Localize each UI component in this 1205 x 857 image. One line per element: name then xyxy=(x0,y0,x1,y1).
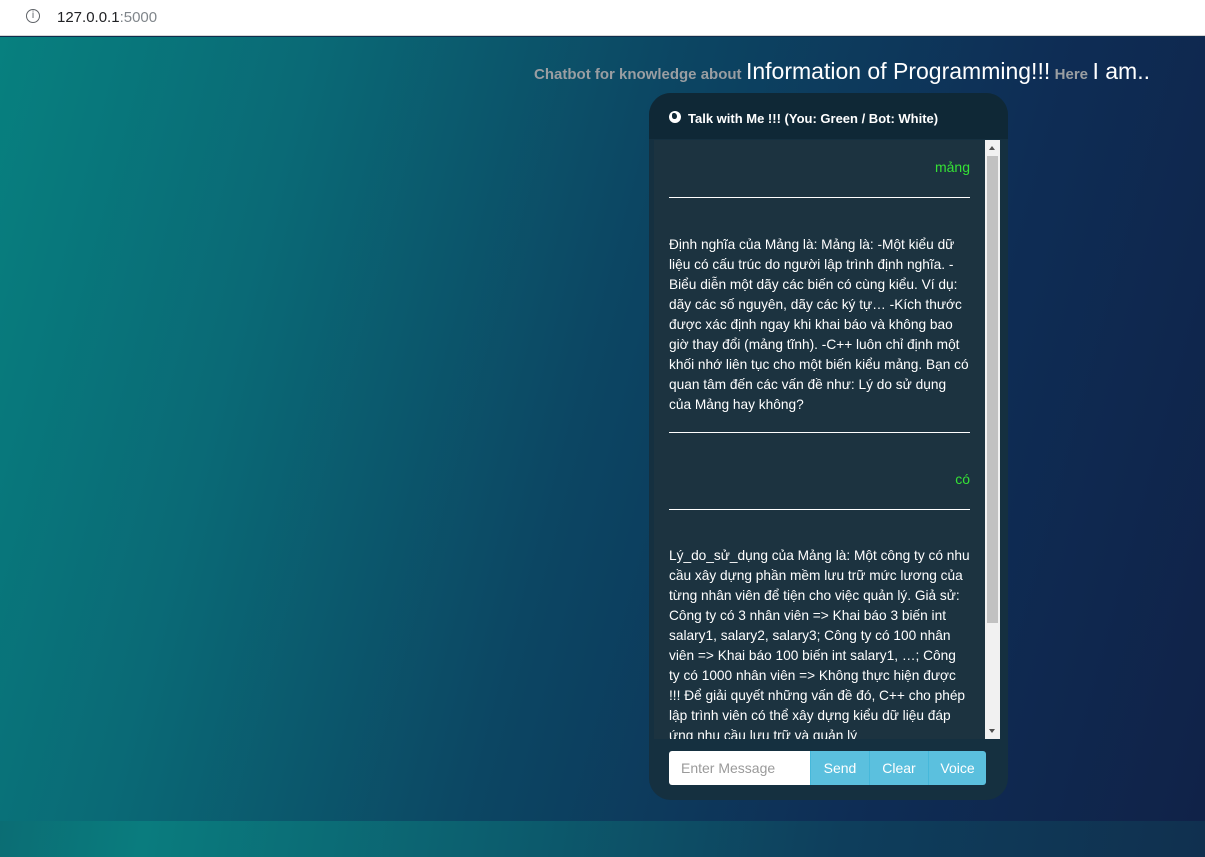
info-icon[interactable]: i xyxy=(26,9,40,23)
page-headline: Chatbot for knowledge about Information … xyxy=(534,58,1150,85)
headline-part-2: Information of Programming!!! xyxy=(745,58,1051,84)
bot-message: Định nghĩa của Mảng là: Mảng là: -Một ki… xyxy=(669,237,969,412)
chat-messages-panel[interactable]: mảng Định nghĩa của Mảng là: Mảng là: -M… xyxy=(654,140,1000,739)
chat-header: Talk with Me !!! (You: Green / Bot: Whit… xyxy=(649,93,1008,139)
headline-part-3: Here xyxy=(1054,66,1089,83)
scrollbar-thumb[interactable] xyxy=(987,156,998,623)
browser-address-bar[interactable]: i 127.0.0.1:5000 xyxy=(0,0,1205,36)
globe-icon xyxy=(669,111,681,123)
message-input[interactable] xyxy=(669,751,810,785)
user-message: mảng xyxy=(934,159,970,175)
scroll-up-arrow-icon[interactable] xyxy=(989,146,995,150)
url-port: :5000 xyxy=(119,9,158,26)
chat-input-bar: Send Clear Voice xyxy=(669,751,986,785)
chat-header-title: Talk with Me !!! (You: Green / Bot: Whit… xyxy=(688,111,939,126)
clear-button[interactable]: Clear xyxy=(869,751,928,785)
headline-part-1: Chatbot for knowledge about xyxy=(534,66,742,83)
message-list: mảng Định nghĩa của Mảng là: Mảng là: -M… xyxy=(669,140,970,739)
send-button[interactable]: Send xyxy=(810,751,869,785)
url-field[interactable]: 127.0.0.1:5000 xyxy=(57,9,157,26)
chat-scrollbar[interactable] xyxy=(985,140,1000,739)
bottom-background-strip xyxy=(0,821,1205,857)
url-host: 127.0.0.1 xyxy=(57,9,120,26)
voice-button[interactable]: Voice xyxy=(928,751,986,785)
bot-message: Lý_do_sử_dụng của Mảng là: Một công ty c… xyxy=(669,548,970,739)
page-background: Chatbot for knowledge about Information … xyxy=(0,37,1205,821)
scroll-down-arrow-icon[interactable] xyxy=(989,729,995,733)
user-message: có xyxy=(955,471,970,487)
chat-window: Talk with Me !!! (You: Green / Bot: Whit… xyxy=(649,93,1008,800)
headline-part-4: I am.. xyxy=(1092,58,1150,84)
